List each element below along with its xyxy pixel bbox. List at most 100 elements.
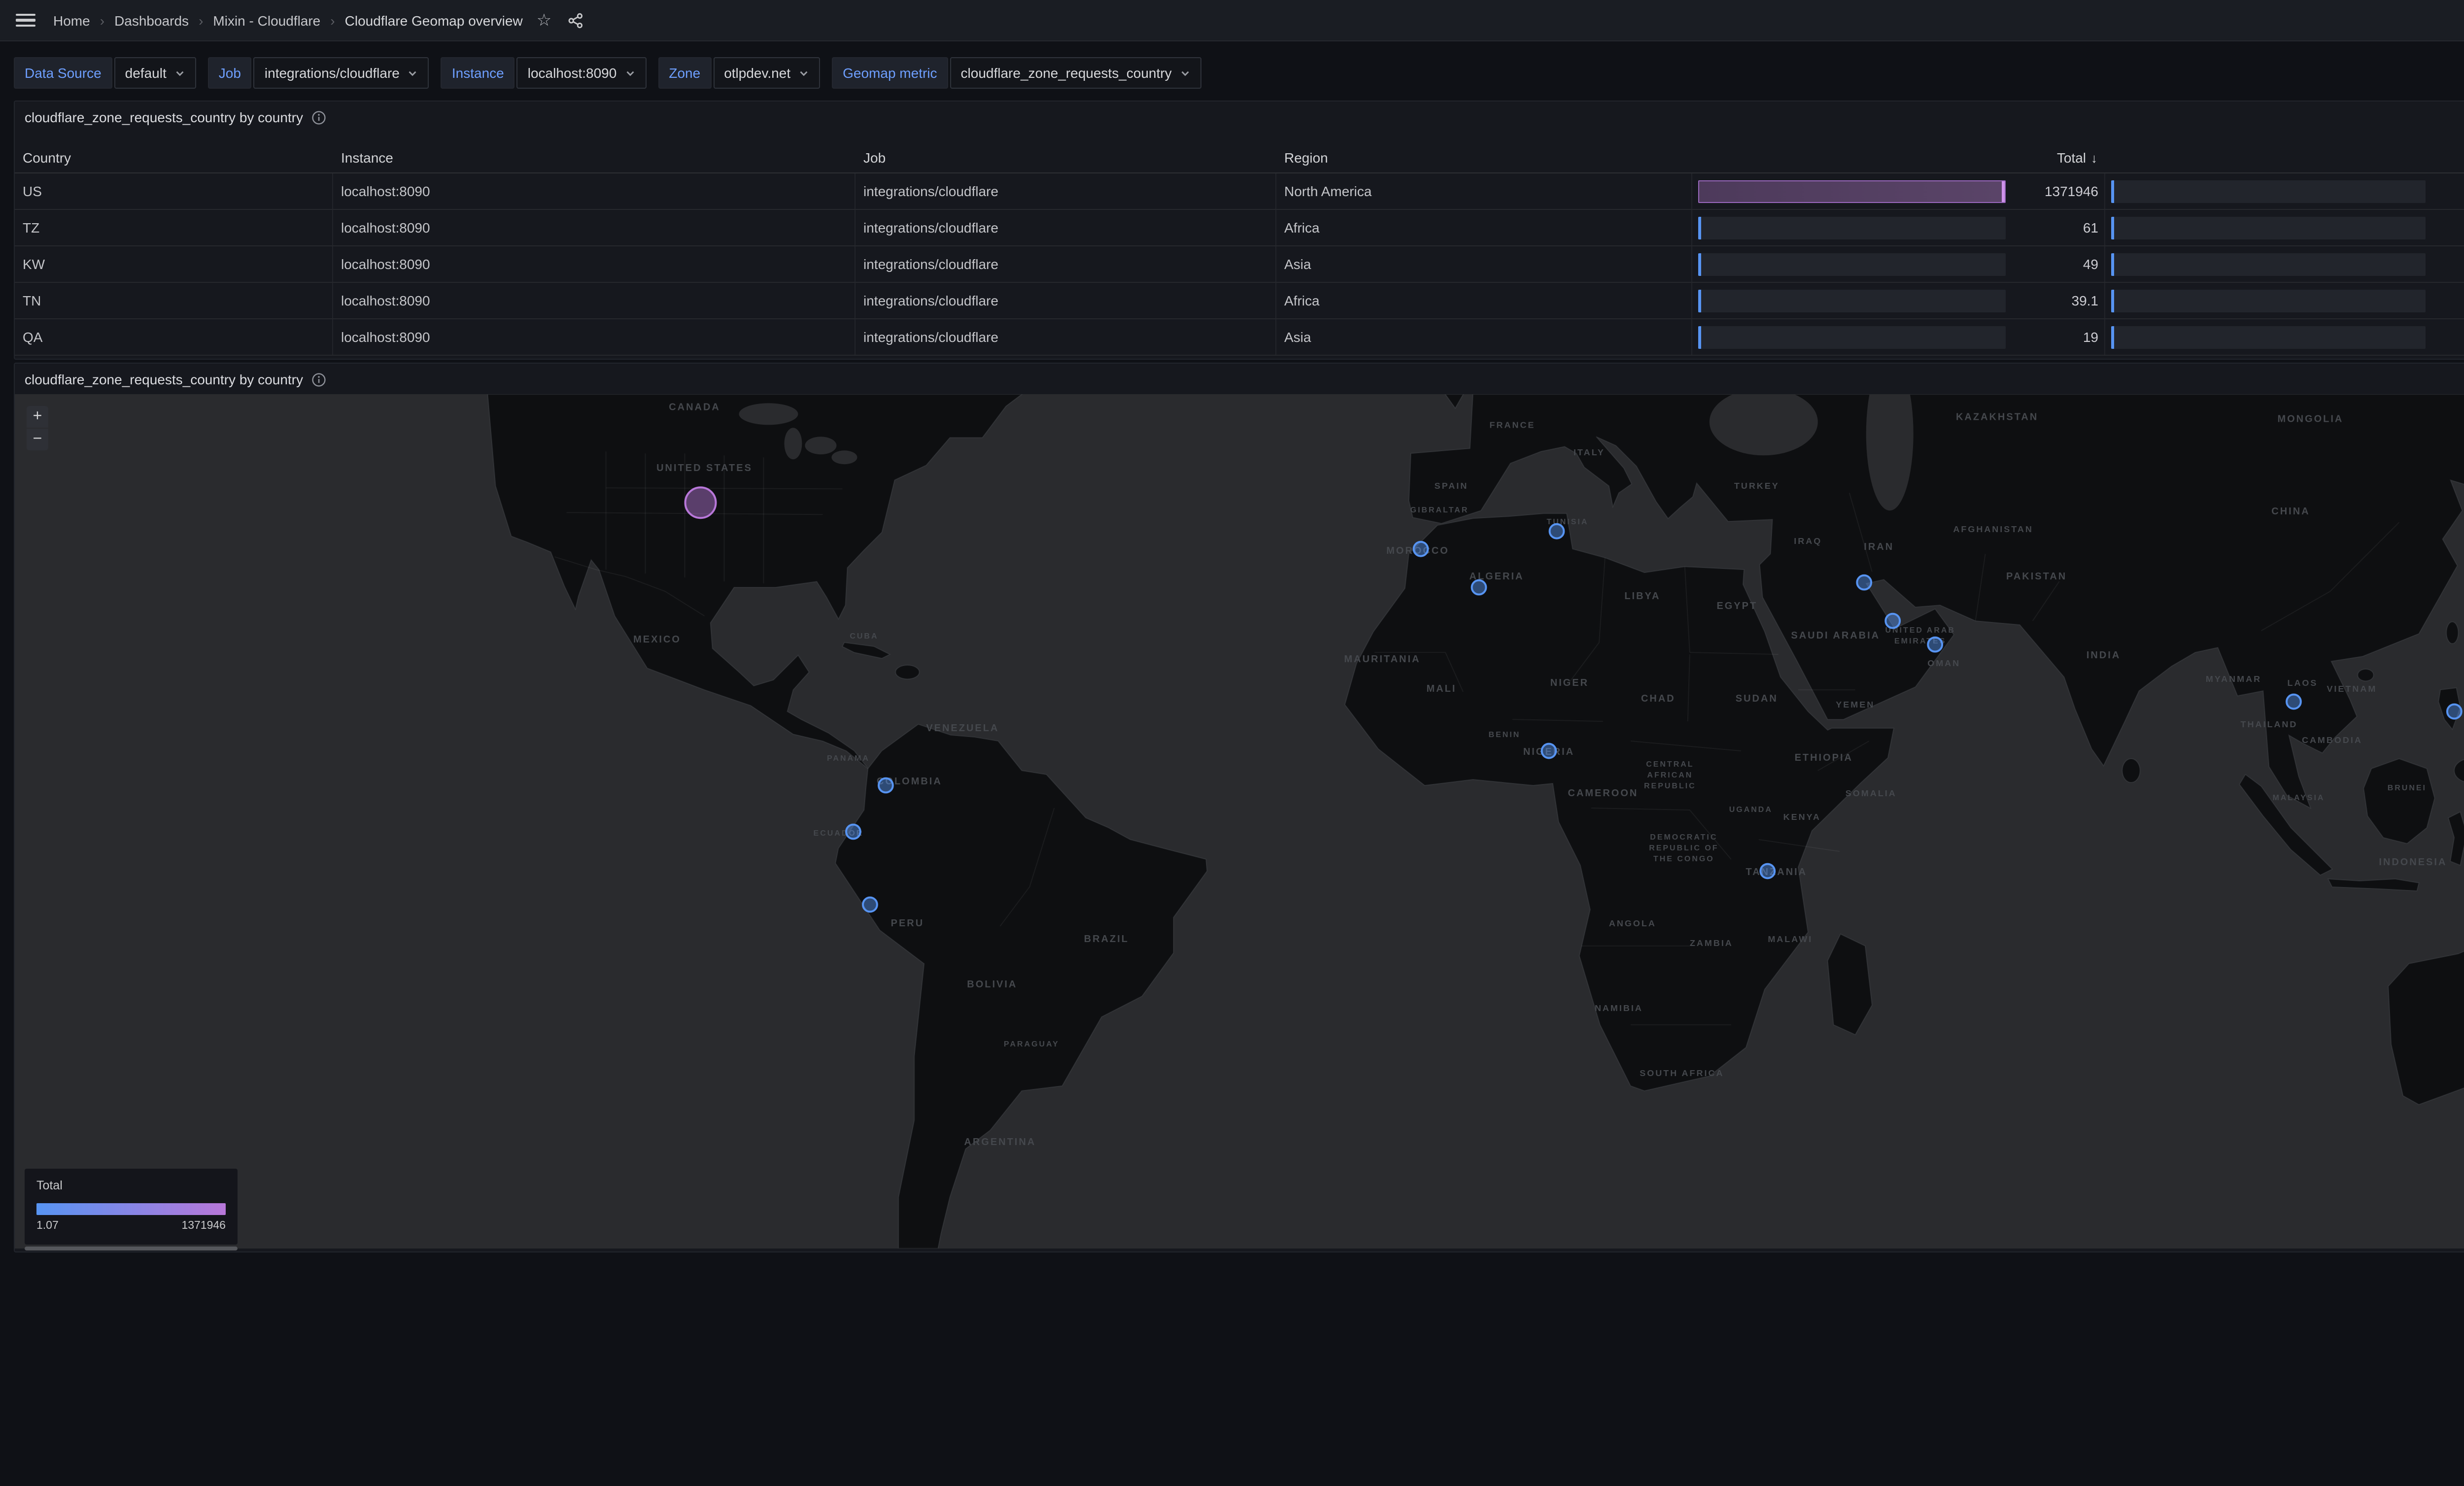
map-country-label: TURKEY (1734, 481, 1780, 491)
variable-value-text: default (125, 65, 167, 81)
cell-value: 39.1 (2014, 293, 2098, 308)
column-header-total[interactable]: Total↓ (1692, 143, 2105, 172)
breadcrumb-item[interactable]: Dashboards (114, 12, 189, 28)
cell-value: 49 (2014, 256, 2098, 272)
breadcrumb-item[interactable]: Mixin - Cloudflare (213, 12, 320, 28)
breadcrumb-separator: › (199, 12, 203, 28)
water-body (784, 428, 802, 459)
map-zoom-in-button[interactable]: + (27, 406, 48, 428)
breadcrumb-item[interactable]: Home (53, 12, 90, 28)
breadcrumb-item[interactable]: Cloudflare Geomap overview (345, 12, 523, 28)
gauge-fill (2111, 180, 2114, 203)
cell-total-gauge: 19 (1692, 319, 2105, 355)
gauge-fill (2111, 253, 2114, 275)
map-country-label: CANADA (669, 402, 720, 412)
table-row: TZlocalhost:8090integrations/cloudflareA… (15, 210, 2464, 246)
map-data-point-morocco[interactable] (1414, 542, 1428, 556)
menu-icon[interactable] (16, 13, 35, 27)
map-country-label: THAILAND (2241, 719, 2298, 729)
map-data-point-ecuador[interactable] (846, 825, 860, 839)
variable-label: Geomap metric (832, 57, 948, 89)
map-country-label: THE CONGO (1653, 855, 1714, 863)
table-row: KWlocalhost:8090integrations/cloudflareA… (15, 246, 2464, 283)
map-data-point-peru[interactable] (863, 898, 877, 912)
map-data-point-kuwait[interactable] (1857, 575, 1871, 590)
cell-value: 2185 (2433, 183, 2464, 199)
map-data-point-united-states[interactable] (685, 487, 716, 518)
variable-value-text: localhost:8090 (528, 65, 617, 81)
cell-value: 19 (2014, 329, 2098, 345)
geomap-panel: cloudflare_zone_requests_country by coun… (14, 363, 2464, 1252)
cell-region: Asia (1276, 246, 1692, 282)
column-header-region[interactable]: Region (1276, 143, 1692, 172)
column-header-label: Region (1284, 150, 1328, 166)
map-country-label: SUDAN (1736, 693, 1778, 704)
chevron-down-icon (624, 68, 635, 78)
landmass (488, 394, 1022, 769)
cell-mean-gauge: 0.193 (2105, 246, 2464, 282)
info-icon[interactable] (311, 372, 326, 387)
map-zoom-out-button[interactable]: − (27, 429, 48, 450)
variable-value-dropdown[interactable]: default (114, 57, 196, 89)
map-country-label: MALAWI (1768, 934, 1813, 944)
map-country-label: CUBA (850, 632, 878, 641)
map-country-label: AFGHANISTAN (1953, 524, 2033, 534)
map-country-label: PERU (891, 918, 924, 929)
column-header-job[interactable]: Job (856, 143, 1276, 172)
variable-value-dropdown[interactable]: cloudflare_zone_requests_country (950, 57, 1201, 89)
cell-total-gauge: 39.1 (1692, 283, 2105, 318)
map-country-label: PANAMA (827, 754, 870, 763)
map-data-point-nigeria[interactable] (1542, 744, 1556, 758)
map-data-point-tunisia[interactable] (1550, 524, 1564, 539)
cell-region: Africa (1276, 283, 1692, 318)
variable-value-dropdown[interactable]: localhost:8090 (517, 57, 647, 89)
variable-value-dropdown[interactable]: integrations/cloudflare (254, 57, 429, 89)
gauge-track (2111, 326, 2426, 348)
world-map[interactable]: CANADAUNITED STATESMEXICOCUBAPANAMAVENEZ… (15, 394, 2464, 1249)
map-data-point-qatar[interactable] (1885, 614, 1900, 628)
cell-region: North America (1276, 173, 1692, 209)
map-data-point-algeria[interactable] (1472, 580, 1486, 595)
cell-job: integrations/cloudflare (856, 319, 1276, 355)
cell-instance: localhost:8090 (333, 210, 856, 245)
landmass (2448, 812, 2464, 865)
column-header-label: Total (2057, 150, 2086, 166)
map-country-label: DEMOCRATIC (1650, 833, 1717, 842)
variable-value-dropdown[interactable]: otlpdev.net (713, 57, 820, 89)
map-country-label: BRAZIL (1084, 934, 1129, 945)
cell-value: 0.193 (2433, 256, 2464, 272)
panel-title: cloudflare_zone_requests_country by coun… (25, 109, 303, 125)
info-icon[interactable] (311, 110, 326, 125)
geomap-panel-header[interactable]: cloudflare_zone_requests_country by coun… (15, 364, 2464, 395)
gauge-fill (1698, 180, 2006, 203)
scrollbar-thumb[interactable] (25, 1247, 238, 1250)
star-icon[interactable]: ☆ (537, 12, 552, 29)
cell-value: 0.110 (2433, 220, 2464, 236)
island (2358, 669, 2373, 681)
map-data-point-colombia[interactable] (879, 778, 893, 793)
map-country-label: SPAIN (1435, 481, 1469, 491)
map-country-label: UNITED STATES (656, 463, 753, 473)
share-icon[interactable] (567, 12, 583, 28)
column-header-country[interactable]: Country (15, 143, 333, 172)
map-data-point-tanzania[interactable] (1760, 864, 1775, 878)
column-header-mean[interactable]: Mean (2105, 143, 2464, 172)
gauge-track (1698, 216, 2006, 239)
variable-job: Jobintegrations/cloudflare (208, 57, 429, 89)
cell-region: Africa (1276, 210, 1692, 245)
map-data-point-thailand[interactable] (2287, 695, 2301, 709)
variable-data-source: Data Sourcedefault (14, 57, 196, 89)
map-data-point-oman[interactable] (1928, 638, 1942, 652)
map-country-label: REPUBLIC OF (1649, 844, 1718, 852)
map-country-label: CAMEROON (1568, 788, 1639, 799)
water-body (805, 437, 836, 454)
column-header-instance[interactable]: Instance (333, 143, 856, 172)
table-panel-header[interactable]: cloudflare_zone_requests_country by coun… (15, 101, 2464, 133)
cell-job: integrations/cloudflare (856, 246, 1276, 282)
map-data-point-philippines[interactable] (2447, 705, 2462, 719)
map-country-label: INDIA (2087, 650, 2121, 661)
water-body (739, 403, 798, 425)
column-header-label: Instance (341, 150, 393, 166)
landmass (1445, 394, 1463, 408)
map-country-label: SAUDI ARABIA (1791, 630, 1880, 641)
